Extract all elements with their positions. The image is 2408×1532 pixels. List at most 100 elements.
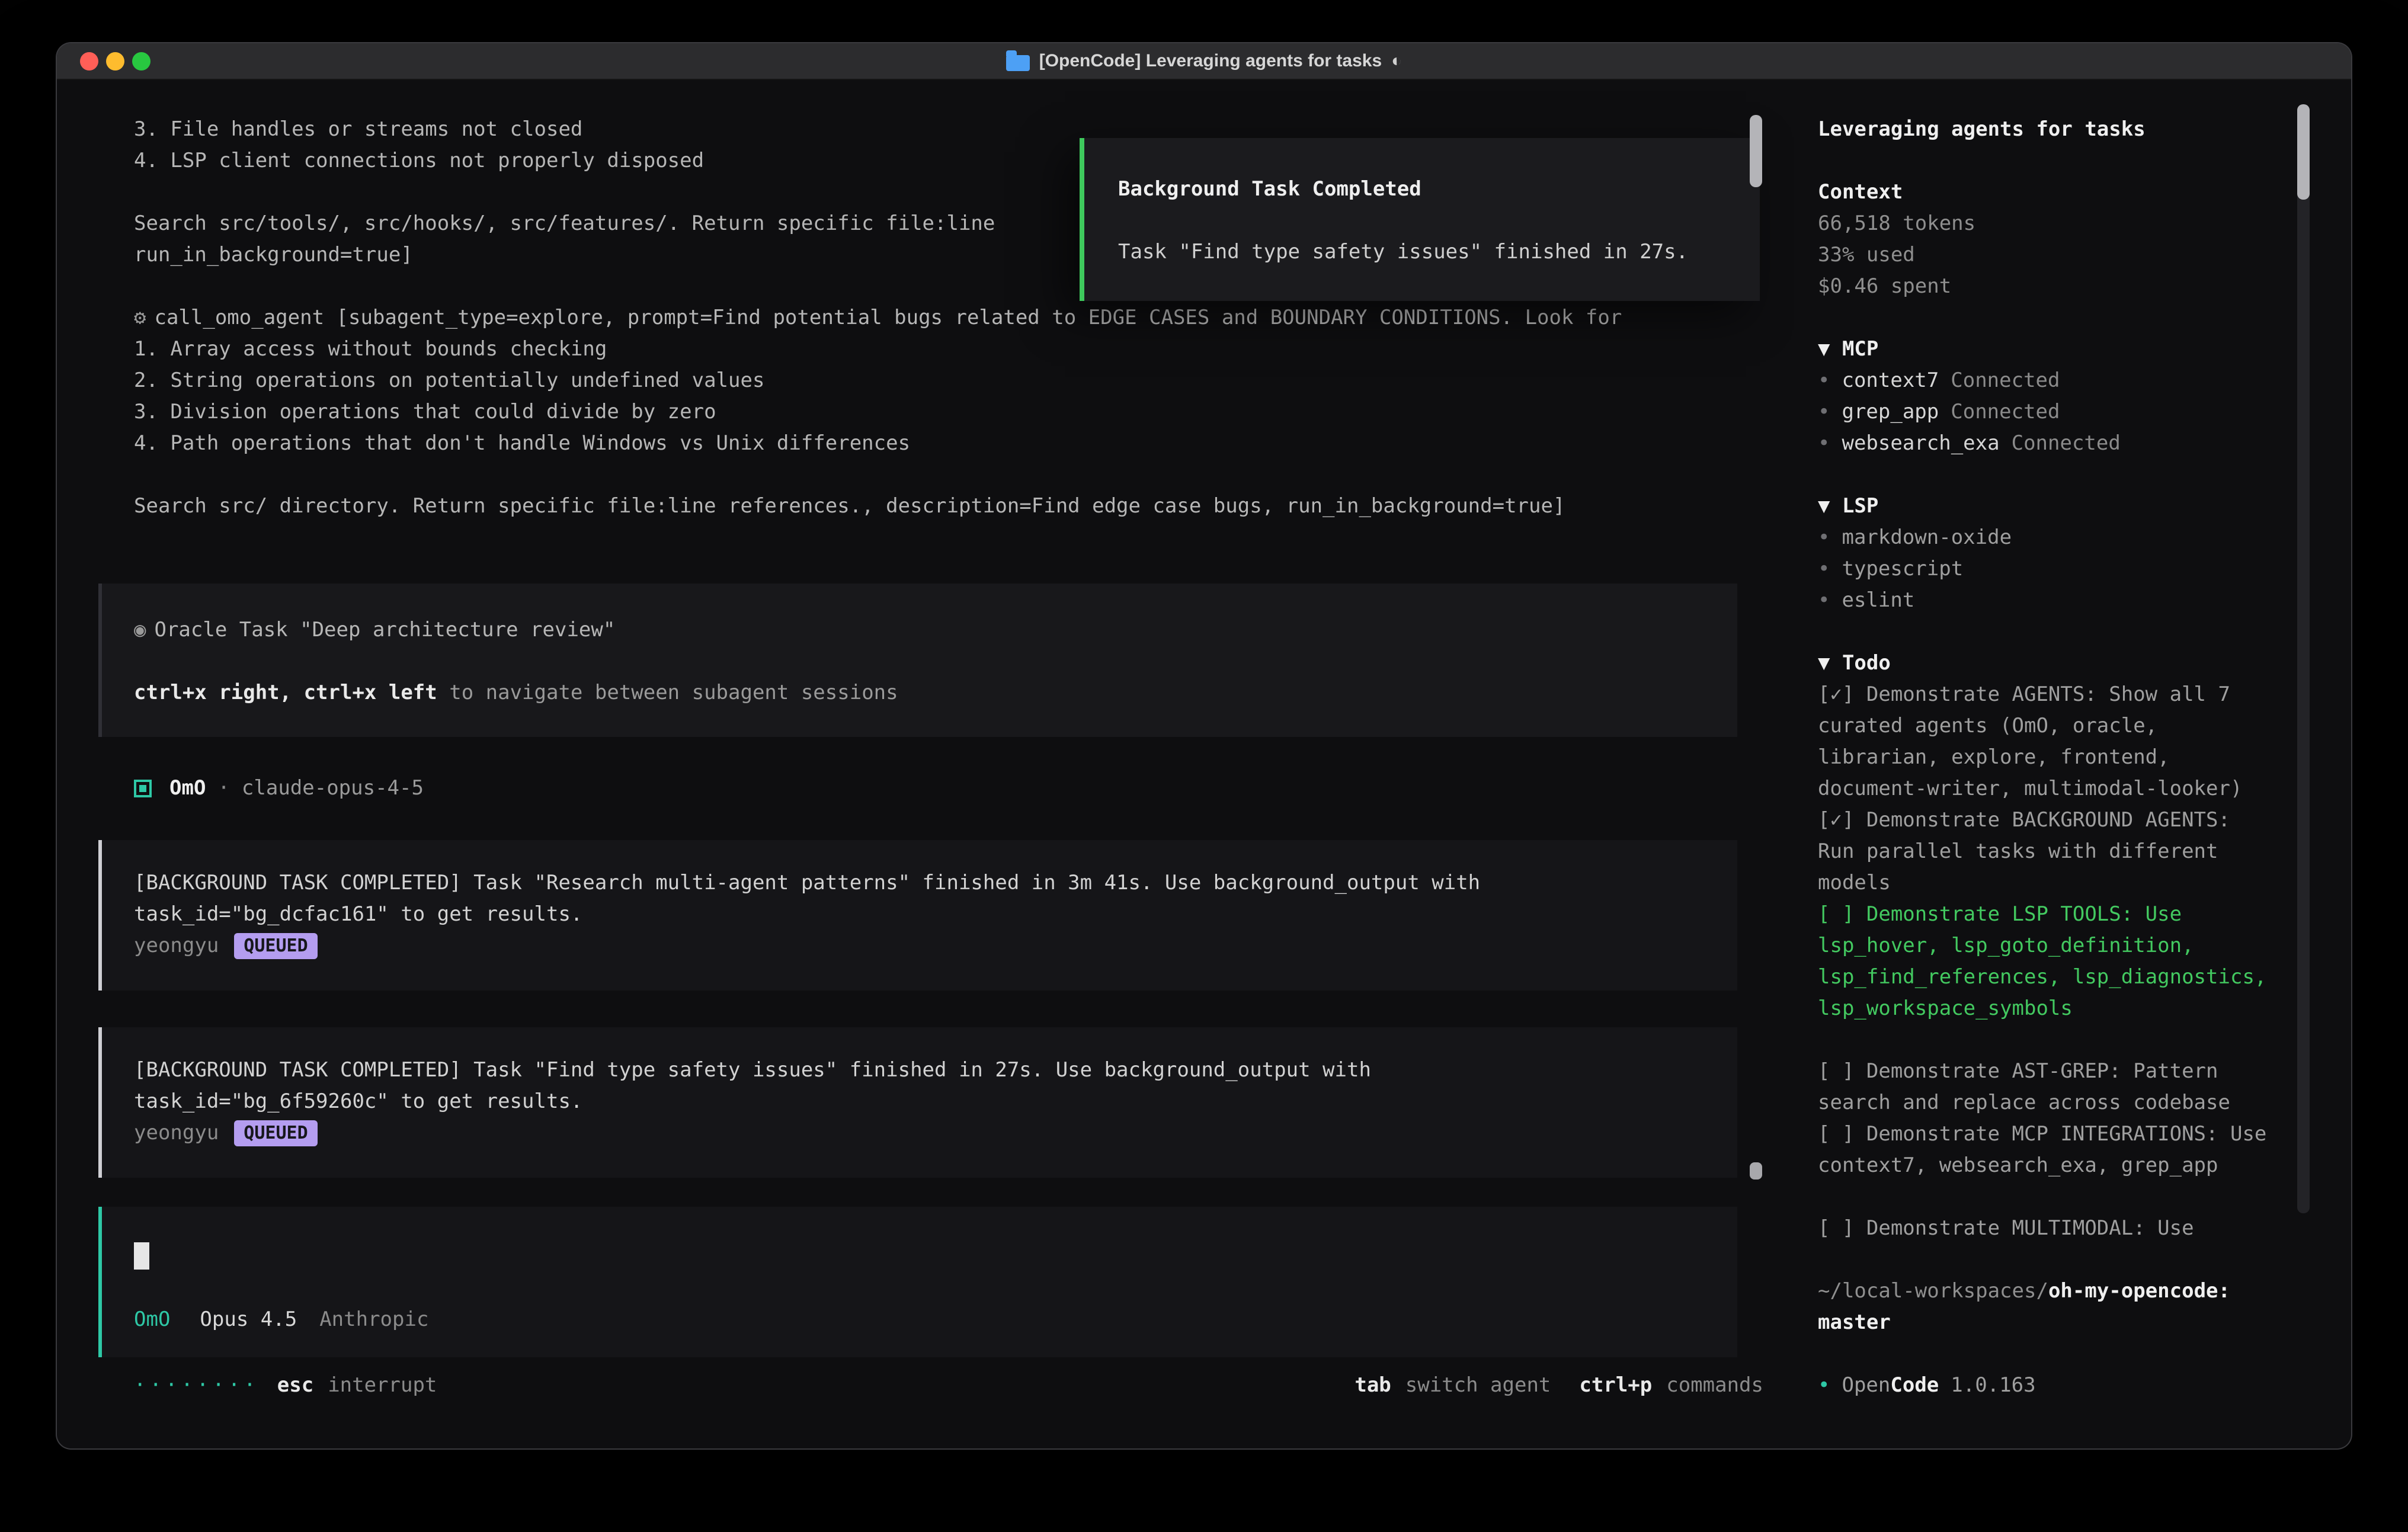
message-user: yeongyu xyxy=(134,930,219,961)
window-title-group: [OpenCode] Leveraging agents for tasks ◐ xyxy=(1006,51,1402,71)
mcp-name: grep_app xyxy=(1842,396,1939,428)
oracle-task-title-row: ◉ Oracle Task "Deep architecture review" xyxy=(134,614,1704,646)
terminal-line: 2. String operations on potentially unde… xyxy=(134,365,1794,396)
terminal-line: 3. Division operations that could divide… xyxy=(134,396,1794,428)
app-name-bold: Code xyxy=(1890,1373,1939,1397)
todo-item: [✓] Demonstrate AGENTS: Show all 7 curat… xyxy=(1818,679,2274,805)
background-task-message: [BACKGROUND TASK COMPLETED] Task "Find t… xyxy=(98,1027,1737,1178)
terminal-line: 4. Path operations that don't handle Win… xyxy=(134,428,1794,459)
bullet-icon: • xyxy=(1818,522,1830,553)
agent-model: claude-opus-4-5 xyxy=(242,773,424,804)
todo-section-header[interactable]: ▼ Todo xyxy=(1818,648,2351,679)
terminal-line: 1. Array access without bounds checking xyxy=(134,334,1794,365)
sidebar-scrollbar-thumb[interactable] xyxy=(2297,104,2310,200)
workspace-prefix: ~/local-workspaces/ xyxy=(1818,1279,2048,1303)
window-title: [OpenCode] Leveraging agents for tasks xyxy=(1039,51,1382,71)
ctrlp-key-hint: ctrl+p xyxy=(1579,1370,1652,1401)
app-name-light: Open xyxy=(1842,1373,1890,1397)
terminal-pane[interactable]: 3. File handles or streams not closed 4.… xyxy=(57,80,1794,1448)
tool-call-line: ⚙ call_omo_agent [subagent_type=explore, … xyxy=(134,302,1794,334)
mcp-name: websearch_exa xyxy=(1842,428,1999,459)
zoom-button[interactable] xyxy=(132,52,150,70)
bullet-icon: • xyxy=(1818,585,1830,616)
input-model-row: OmO Opus 4.5 Anthropic xyxy=(134,1304,1704,1335)
mcp-item: • context7 Connected xyxy=(1818,365,2351,396)
esc-key-hint: esc xyxy=(277,1370,313,1401)
mcp-section: ▼ MCP • context7 Connected • grep_app Co… xyxy=(1818,334,2351,459)
background-task-toast[interactable]: Background Task Completed Task "Find typ… xyxy=(1080,138,1760,301)
subagent-nav-hint: ctrl+x right, ctrl+x left to navigate be… xyxy=(134,677,1704,709)
toast-body: Task "Find type safety issues" finished … xyxy=(1118,236,1736,268)
mcp-name: context7 xyxy=(1842,365,1939,396)
minimize-button[interactable] xyxy=(106,52,124,70)
todo-item: [ ] Demonstrate MULTIMODAL: Use xyxy=(1818,1213,2274,1244)
mcp-status: Connected xyxy=(2012,428,2121,459)
titlebar[interactable]: [OpenCode] Leveraging agents for tasks ◐ xyxy=(57,43,2351,80)
context-section: Context 66,518 tokens 33% used $0.46 spe… xyxy=(1818,177,2351,302)
tab-action-label: switch agent xyxy=(1405,1370,1551,1401)
close-button[interactable] xyxy=(80,52,98,70)
message-user: yeongyu xyxy=(134,1117,219,1149)
todo-item: [ ] Demonstrate LSP TOOLS: Use lsp_hover… xyxy=(1818,899,2274,1024)
status-bar: ········ esc interrupt tab switch agent … xyxy=(134,1370,1763,1401)
agent-separator: · xyxy=(217,773,229,804)
lsp-section-header[interactable]: ▼ LSP xyxy=(1818,491,2351,522)
mcp-section-header[interactable]: ▼ MCP xyxy=(1818,334,2351,365)
sidebar[interactable]: Leveraging agents for tasks Context 66,5… xyxy=(1794,80,2351,1448)
queued-badge: QUEUED xyxy=(234,1120,317,1146)
sidebar-scrollbar-track[interactable] xyxy=(2297,104,2310,1213)
esc-action-label: interrupt xyxy=(328,1370,437,1401)
oracle-task-title: Oracle Task "Deep architecture review" xyxy=(154,618,615,642)
lsp-section: ▼ LSP • markdown-oxide • typescript • es… xyxy=(1818,491,2351,616)
workspace-repo: oh-my-opencode: xyxy=(2048,1279,2230,1303)
activity-dots: ········ xyxy=(134,1370,260,1401)
version-number: 1.0.163 xyxy=(1951,1373,2035,1397)
mcp-item: • websearch_exa Connected xyxy=(1818,428,2351,459)
session-title: Leveraging agents for tasks xyxy=(1818,114,2351,145)
todo-item: [ ] Demonstrate MCP INTEGRATIONS: Use co… xyxy=(1818,1118,2274,1181)
terminal-line: Search src/ directory. Return specific f… xyxy=(134,491,1794,522)
hint-keys: ctrl+x right, ctrl+x left xyxy=(134,681,437,704)
agent-checkbox-icon xyxy=(134,780,152,797)
app-window: [OpenCode] Leveraging agents for tasks ◐… xyxy=(57,43,2351,1448)
activity-indicator-icon: ◐ xyxy=(1391,51,1402,71)
agent-name: OmO xyxy=(169,773,206,804)
oracle-icon: ◉ xyxy=(134,618,146,642)
bullet-icon: • xyxy=(1818,365,1830,396)
oracle-task-box: ◉Oracle Task "Deep architecture review" … xyxy=(98,584,1737,737)
queued-badge: QUEUED xyxy=(234,933,317,959)
message-footer: yeongyu QUEUED xyxy=(134,1117,1704,1149)
toast-title: Background Task Completed xyxy=(1118,174,1736,205)
terminal-scrollbar-mark[interactable] xyxy=(1750,1162,1762,1180)
context-used: 33% used xyxy=(1818,239,2351,271)
context-label: Context xyxy=(1818,177,2351,208)
context-spent: $0.46 spent xyxy=(1818,271,2351,302)
prompt-input[interactable]: OmO Opus 4.5 Anthropic xyxy=(98,1207,1737,1357)
context-tokens: 66,518 tokens xyxy=(1818,208,2351,239)
ctrlp-action-label: commands xyxy=(1666,1370,1763,1401)
message-line: [BACKGROUND TASK COMPLETED] Task "Find t… xyxy=(134,1055,1704,1086)
bullet-icon: • xyxy=(1818,553,1830,585)
lsp-item: • typescript xyxy=(1818,553,2351,585)
todo-item: [✓] Demonstrate BACKGROUND AGENTS: Run p… xyxy=(1818,805,2274,899)
gear-icon: ⚙ xyxy=(134,306,146,329)
message-line: [BACKGROUND TASK COMPLETED] Task "Resear… xyxy=(134,867,1704,899)
lsp-name: typescript xyxy=(1842,553,1963,585)
input-provider-name: Anthropic xyxy=(319,1304,428,1335)
tab-key-hint: tab xyxy=(1354,1370,1391,1401)
mcp-status: Connected xyxy=(1951,365,2060,396)
terminal-line xyxy=(134,459,1794,491)
tool-call-text: call_omo_agent [subagent_type=explore, p… xyxy=(154,306,1622,329)
app-version: OpenCode 1.0.163 xyxy=(1842,1370,2035,1401)
lsp-name: eslint xyxy=(1842,585,1914,616)
bullet-icon: • xyxy=(1818,428,1830,459)
workspace-path: ~/local-workspaces/oh-my-opencode: maste… xyxy=(1818,1275,2274,1338)
message-line: task_id="bg_6f59260c" to get results. xyxy=(134,1086,1704,1117)
text-cursor xyxy=(134,1242,149,1270)
terminal-scrollbar-thumb[interactable] xyxy=(1750,115,1762,187)
hint-text: to navigate between subagent sessions xyxy=(437,681,898,704)
sidebar-footer: • OpenCode1.0.163 xyxy=(1818,1370,2351,1401)
lsp-name: markdown-oxide xyxy=(1842,522,2012,553)
background-task-message: [BACKGROUND TASK COMPLETED] Task "Resear… xyxy=(98,840,1737,991)
message-line: task_id="bg_dcfac161" to get results. xyxy=(134,899,1704,930)
